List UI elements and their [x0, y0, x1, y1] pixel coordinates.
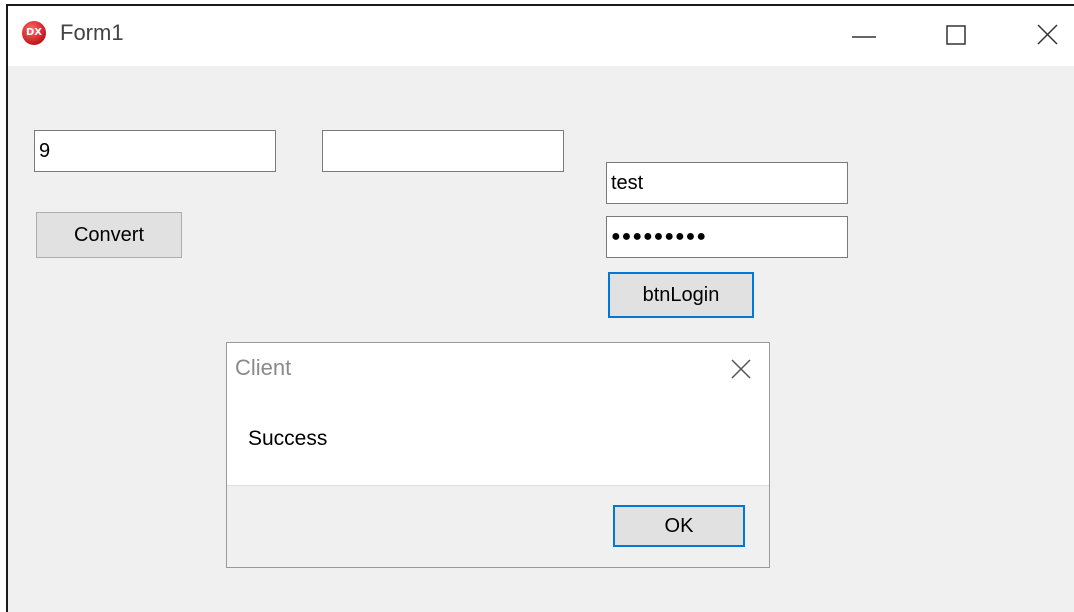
maximize-icon: [946, 25, 966, 45]
result-input[interactable]: [322, 130, 564, 172]
convert-button[interactable]: Convert: [36, 212, 182, 258]
login-button[interactable]: btnLogin: [608, 272, 754, 318]
close-button[interactable]: [1026, 16, 1066, 56]
dialog-message: Success: [248, 427, 328, 450]
ok-button[interactable]: OK: [613, 505, 745, 547]
minimize-button[interactable]: [844, 16, 884, 56]
close-icon: [1037, 24, 1058, 45]
number-input[interactable]: 9: [34, 130, 276, 172]
message-dialog: Client Success OK: [226, 342, 770, 568]
dialog-body: Client Success: [227, 343, 769, 486]
dialog-title: Client: [235, 355, 292, 380]
username-input[interactable]: test: [606, 162, 848, 204]
minimize-icon: [852, 36, 876, 38]
window-title: Form1: [60, 20, 124, 45]
app-icon: DX: [22, 21, 46, 45]
dialog-close-button[interactable]: [727, 355, 755, 383]
password-input[interactable]: ●●●●●●●●●: [606, 216, 848, 258]
maximize-button[interactable]: [936, 16, 976, 56]
title-bar[interactable]: DX Form1: [8, 6, 1074, 66]
close-icon: [731, 359, 751, 379]
main-window: DX Form1 9 Convert test ●●●●●●●●● btnLog…: [6, 4, 1074, 612]
